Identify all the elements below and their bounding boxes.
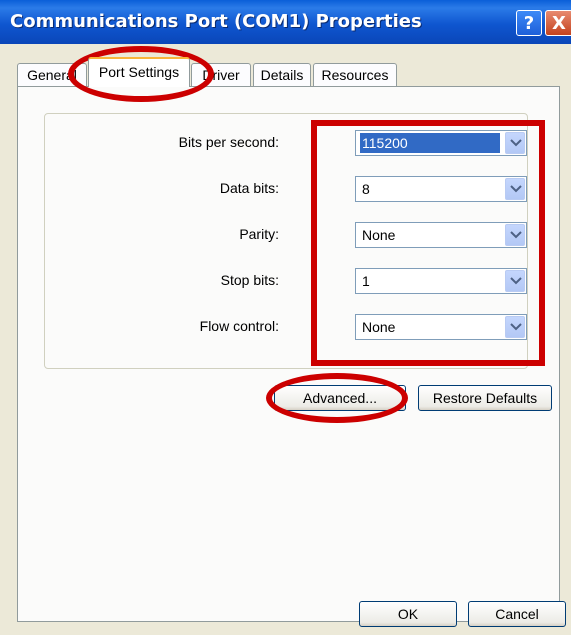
tab-port-settings[interactable]: Port Settings bbox=[88, 57, 190, 87]
tab-details[interactable]: Details bbox=[253, 63, 311, 86]
data-bits-label: Data bits: bbox=[219, 180, 279, 196]
chevron-down-icon[interactable] bbox=[505, 132, 525, 154]
bits-per-second-label: Bits per second: bbox=[178, 134, 279, 150]
properties-dialog: Communications Port (COM1) Properties ? … bbox=[0, 0, 571, 635]
stop-bits-select[interactable]: 1 bbox=[355, 268, 527, 294]
tab-general[interactable]: General bbox=[17, 63, 87, 86]
chevron-down-icon[interactable] bbox=[505, 270, 525, 292]
chevron-down-icon[interactable] bbox=[505, 178, 525, 200]
parity-value: None bbox=[362, 227, 396, 243]
tab-panel: Bits per second: 115200 Data bits: 8 Par… bbox=[17, 86, 560, 622]
bits-per-second-value: 115200 bbox=[360, 133, 500, 153]
parity-select[interactable]: None bbox=[355, 222, 527, 248]
close-icon[interactable]: X bbox=[545, 10, 571, 36]
ok-button[interactable]: OK bbox=[359, 601, 457, 627]
chevron-down-icon[interactable] bbox=[505, 316, 525, 338]
parity-label: Parity: bbox=[239, 226, 279, 242]
title-bar[interactable]: Communications Port (COM1) Properties ? … bbox=[0, 0, 571, 44]
flow-control-value: None bbox=[362, 319, 396, 335]
window-title: Communications Port (COM1) Properties bbox=[10, 11, 422, 32]
restore-defaults-button[interactable]: Restore Defaults bbox=[418, 385, 552, 411]
stop-bits-value: 1 bbox=[362, 273, 370, 289]
bits-per-second-select[interactable]: 115200 bbox=[355, 130, 527, 156]
help-icon[interactable]: ? bbox=[516, 10, 542, 36]
data-bits-select[interactable]: 8 bbox=[355, 176, 527, 202]
tab-resources[interactable]: Resources bbox=[313, 63, 397, 86]
advanced-button[interactable]: Advanced... bbox=[274, 385, 406, 411]
flow-control-select[interactable]: None bbox=[355, 314, 527, 340]
chevron-down-icon[interactable] bbox=[505, 224, 525, 246]
cancel-button[interactable]: Cancel bbox=[468, 601, 566, 627]
stop-bits-label: Stop bits: bbox=[220, 272, 279, 288]
flow-control-label: Flow control: bbox=[199, 318, 279, 334]
tab-driver[interactable]: Driver bbox=[191, 63, 251, 86]
data-bits-value: 8 bbox=[362, 181, 370, 197]
settings-group: Bits per second: 115200 Data bits: 8 Par… bbox=[44, 113, 528, 369]
